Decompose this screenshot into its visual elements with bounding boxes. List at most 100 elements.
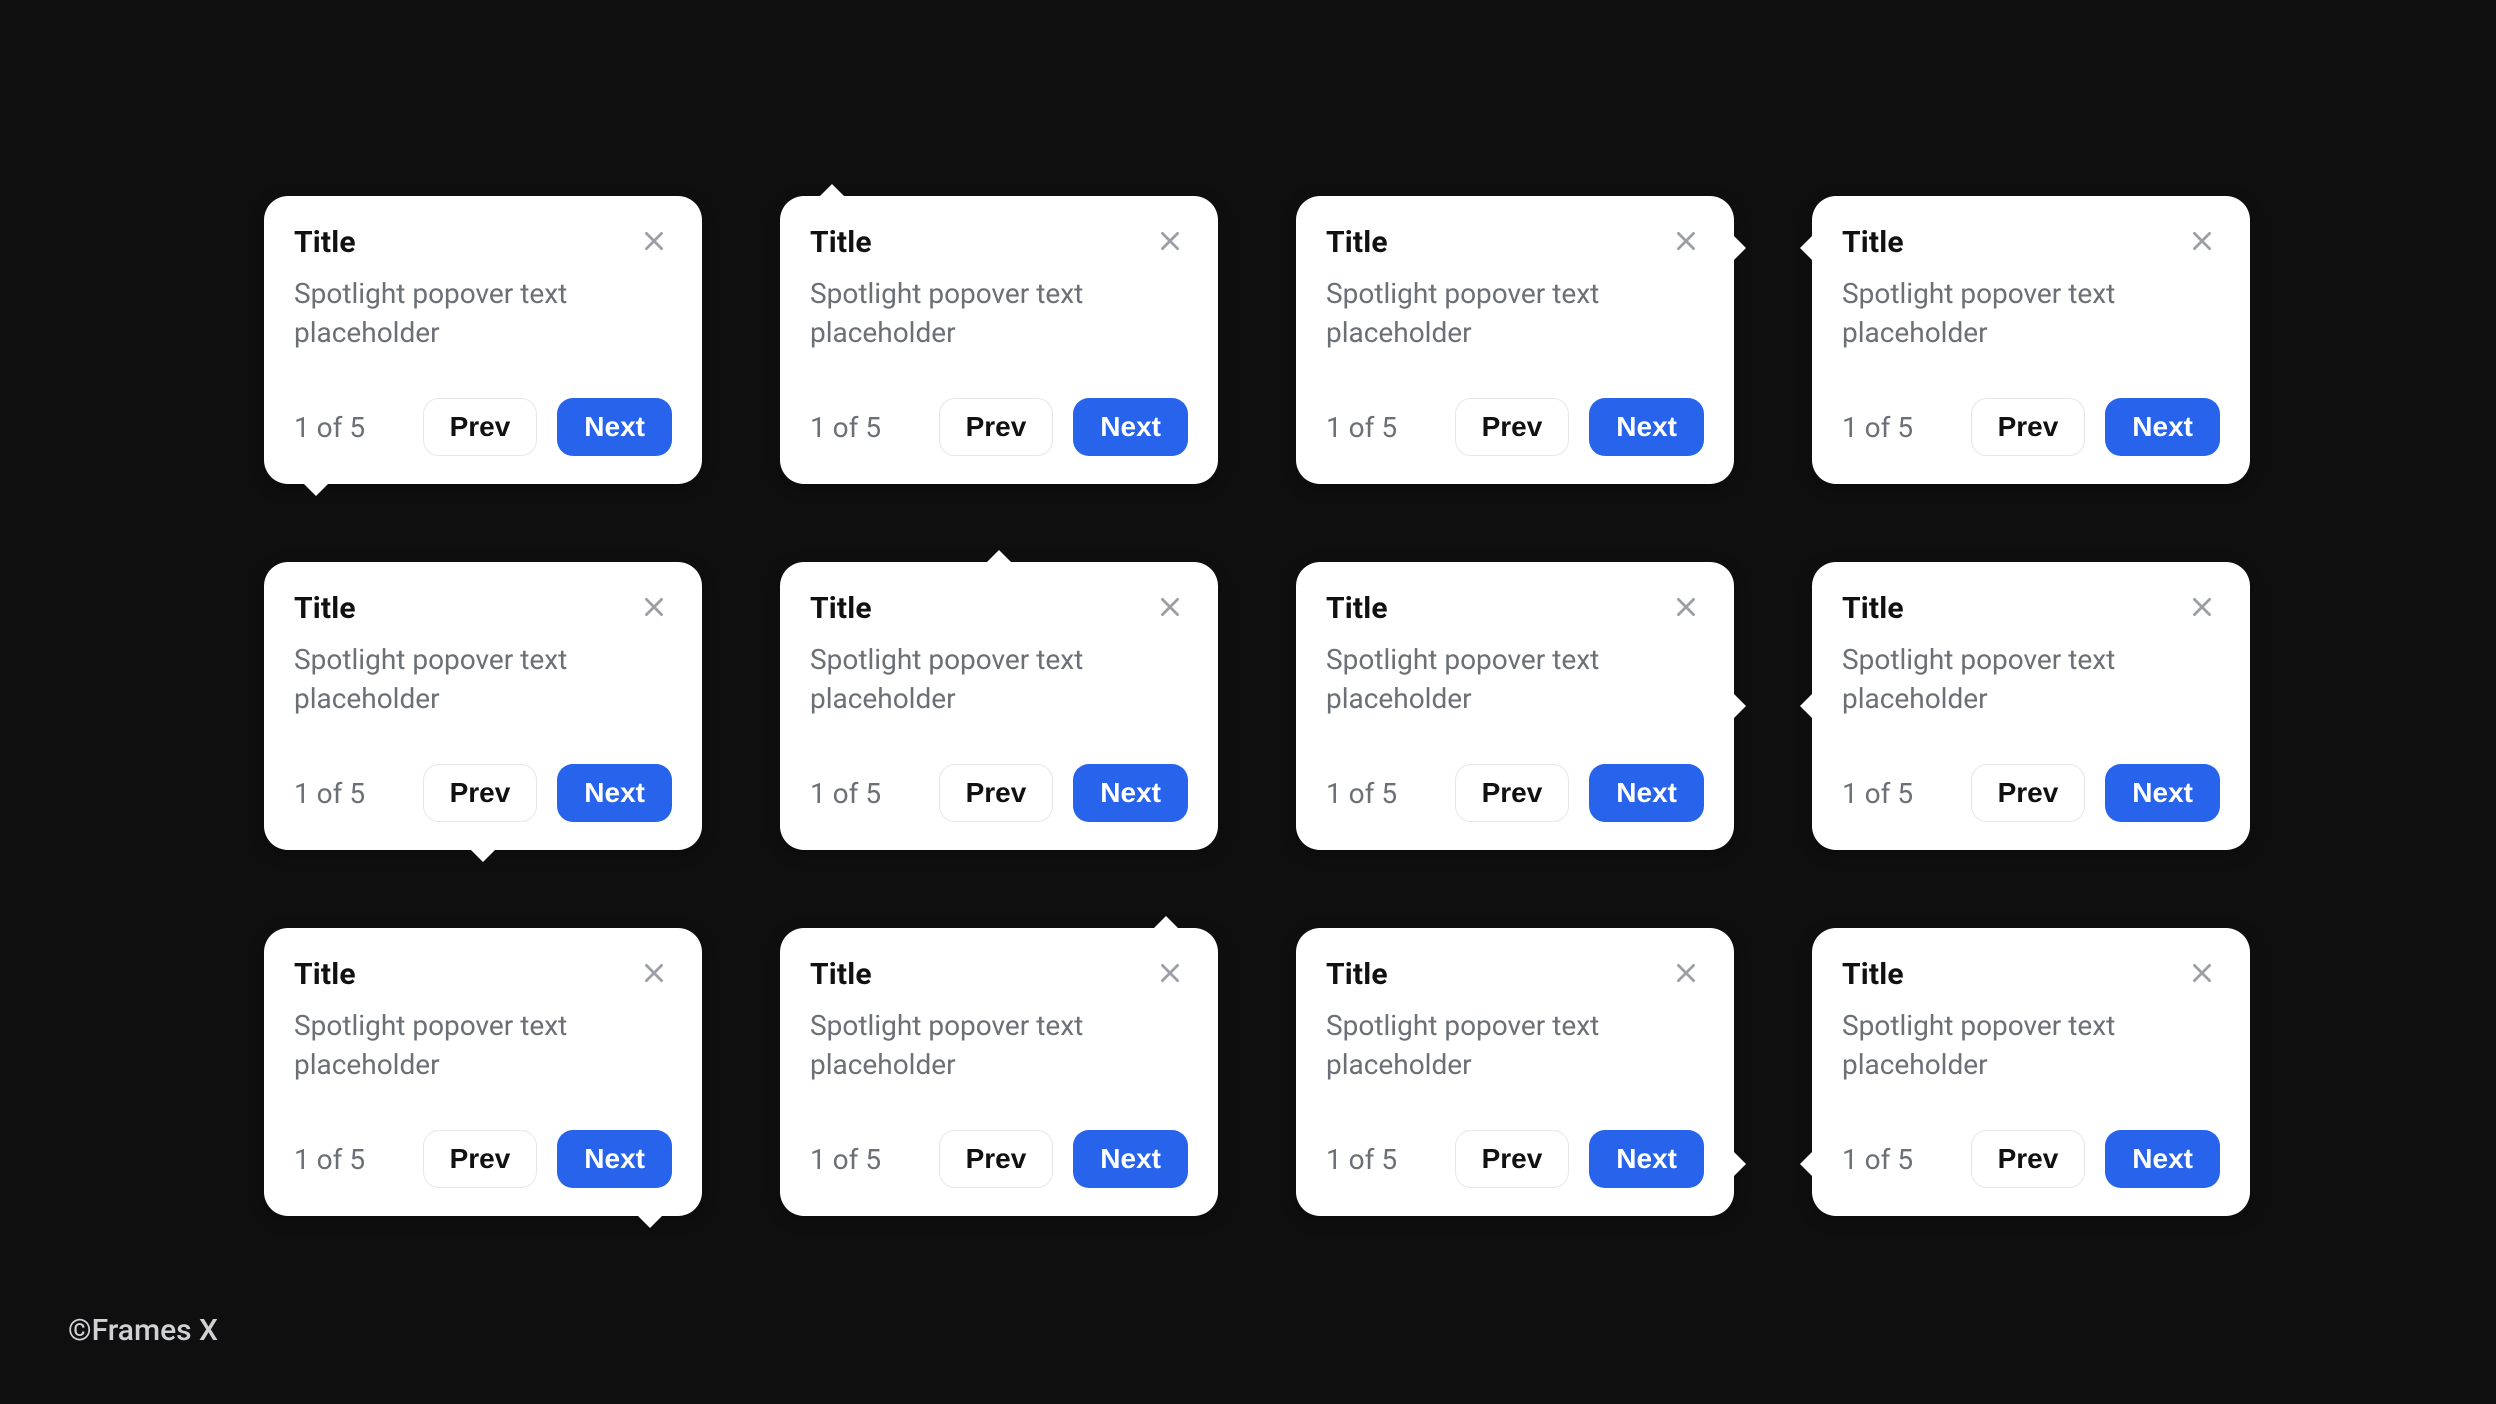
- close-icon: [1157, 594, 1183, 623]
- close-icon: [1157, 228, 1183, 257]
- popover-title: Title: [294, 957, 356, 992]
- close-button[interactable]: [636, 956, 672, 992]
- prev-button[interactable]: Prev: [1455, 398, 1570, 456]
- popover-body: Spotlight popover text placeholder: [1842, 1006, 2220, 1084]
- close-icon: [1673, 960, 1699, 989]
- close-icon: [2189, 594, 2215, 623]
- popover-footer: 1 of 5 Prev Next: [1326, 764, 1704, 822]
- popover-header: Title: [1326, 224, 1704, 260]
- popover-footer: 1 of 5 Prev Next: [1842, 398, 2220, 456]
- step-counter: 1 of 5: [1842, 1143, 1913, 1176]
- popover-header: Title: [810, 590, 1188, 626]
- close-icon: [641, 594, 667, 623]
- popover-title: Title: [1326, 591, 1388, 626]
- close-button[interactable]: [1152, 224, 1188, 260]
- prev-button[interactable]: Prev: [1971, 398, 2086, 456]
- step-counter: 1 of 5: [294, 411, 365, 444]
- popover-body: Spotlight popover text placeholder: [810, 640, 1188, 718]
- prev-button[interactable]: Prev: [939, 764, 1054, 822]
- next-button[interactable]: Next: [2105, 764, 2220, 822]
- prev-button[interactable]: Prev: [939, 1130, 1054, 1188]
- close-button[interactable]: [636, 224, 672, 260]
- prev-button[interactable]: Prev: [423, 1130, 538, 1188]
- spotlight-popover: Title Spotlight popover text placeholder…: [1812, 928, 2250, 1216]
- close-icon: [1673, 228, 1699, 257]
- popover-grid: Title Spotlight popover text placeholder…: [264, 196, 2250, 1216]
- close-button[interactable]: [2184, 956, 2220, 992]
- close-icon: [641, 960, 667, 989]
- next-button[interactable]: Next: [1589, 398, 1704, 456]
- close-button[interactable]: [2184, 590, 2220, 626]
- close-icon: [641, 228, 667, 257]
- popover-arrow: [638, 1216, 662, 1228]
- popover-header: Title: [1326, 956, 1704, 992]
- close-button[interactable]: [1152, 956, 1188, 992]
- popover-body: Spotlight popover text placeholder: [294, 1006, 672, 1084]
- close-button[interactable]: [1668, 224, 1704, 260]
- popover-arrow: [1800, 694, 1812, 718]
- prev-button[interactable]: Prev: [1455, 764, 1570, 822]
- next-button[interactable]: Next: [2105, 398, 2220, 456]
- popover-header: Title: [1326, 590, 1704, 626]
- close-button[interactable]: [1668, 956, 1704, 992]
- next-button[interactable]: Next: [557, 1130, 672, 1188]
- step-counter: 1 of 5: [1326, 777, 1397, 810]
- popover-header: Title: [294, 590, 672, 626]
- popover-footer: 1 of 5 Prev Next: [294, 764, 672, 822]
- popover-title: Title: [810, 591, 872, 626]
- step-counter: 1 of 5: [1326, 1143, 1397, 1176]
- popover-footer: 1 of 5 Prev Next: [810, 398, 1188, 456]
- spotlight-popover: Title Spotlight popover text placeholder…: [780, 928, 1218, 1216]
- step-counter: 1 of 5: [294, 1143, 365, 1176]
- popover-footer: 1 of 5 Prev Next: [294, 398, 672, 456]
- popover-arrow: [1800, 236, 1812, 260]
- popover-arrow: [1734, 694, 1746, 718]
- next-button[interactable]: Next: [1073, 1130, 1188, 1188]
- spotlight-popover: Title Spotlight popover text placeholder…: [780, 562, 1218, 850]
- popover-arrow: [1800, 1152, 1812, 1176]
- prev-button[interactable]: Prev: [423, 398, 538, 456]
- step-counter: 1 of 5: [810, 411, 881, 444]
- popover-title: Title: [294, 225, 356, 260]
- next-button[interactable]: Next: [557, 764, 672, 822]
- next-button[interactable]: Next: [1073, 764, 1188, 822]
- popover-footer: 1 of 5 Prev Next: [810, 1130, 1188, 1188]
- popover-arrow: [304, 484, 328, 496]
- popover-arrow: [1734, 236, 1746, 260]
- popover-arrow: [471, 850, 495, 862]
- step-counter: 1 of 5: [810, 1143, 881, 1176]
- close-button[interactable]: [1152, 590, 1188, 626]
- popover-arrow: [1154, 916, 1178, 928]
- prev-button[interactable]: Prev: [939, 398, 1054, 456]
- prev-button[interactable]: Prev: [423, 764, 538, 822]
- prev-button[interactable]: Prev: [1971, 764, 2086, 822]
- popover-header: Title: [1842, 224, 2220, 260]
- next-button[interactable]: Next: [1589, 764, 1704, 822]
- next-button[interactable]: Next: [1589, 1130, 1704, 1188]
- close-button[interactable]: [636, 590, 672, 626]
- popover-body: Spotlight popover text placeholder: [1326, 274, 1704, 352]
- spotlight-popover: Title Spotlight popover text placeholder…: [264, 196, 702, 484]
- step-counter: 1 of 5: [1326, 411, 1397, 444]
- popover-footer: 1 of 5 Prev Next: [294, 1130, 672, 1188]
- popover-arrow: [987, 550, 1011, 562]
- popover-title: Title: [1842, 225, 1904, 260]
- step-counter: 1 of 5: [1842, 411, 1913, 444]
- next-button[interactable]: Next: [557, 398, 672, 456]
- spotlight-popover: Title Spotlight popover text placeholder…: [264, 562, 702, 850]
- spotlight-popover: Title Spotlight popover text placeholder…: [1812, 562, 2250, 850]
- close-button[interactable]: [1668, 590, 1704, 626]
- prev-button[interactable]: Prev: [1971, 1130, 2086, 1188]
- step-counter: 1 of 5: [294, 777, 365, 810]
- spotlight-popover: Title Spotlight popover text placeholder…: [780, 196, 1218, 484]
- credit-label: ©Frames X: [68, 1313, 218, 1348]
- popover-title: Title: [810, 957, 872, 992]
- next-button[interactable]: Next: [2105, 1130, 2220, 1188]
- popover-arrow: [820, 184, 844, 196]
- popover-title: Title: [1326, 225, 1388, 260]
- close-button[interactable]: [2184, 224, 2220, 260]
- close-icon: [2189, 228, 2215, 257]
- next-button[interactable]: Next: [1073, 398, 1188, 456]
- popover-body: Spotlight popover text placeholder: [810, 274, 1188, 352]
- prev-button[interactable]: Prev: [1455, 1130, 1570, 1188]
